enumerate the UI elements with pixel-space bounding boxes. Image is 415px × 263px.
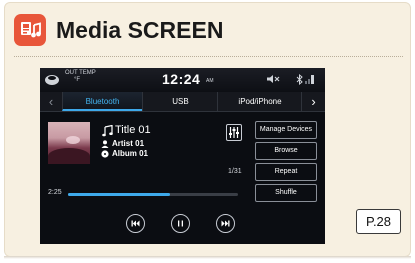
media-screen-icon (14, 14, 46, 46)
media-screen: OUT TEMP °F 12:24 AM ‹ Bluetooth USB iPo… (40, 68, 325, 244)
artist-name: Artist 01 (112, 139, 145, 148)
repeat-button[interactable]: Repeat (255, 163, 317, 181)
tab-next-icon[interactable]: › (301, 92, 325, 111)
tab-usb[interactable]: USB (142, 92, 218, 111)
album-icon (101, 150, 109, 158)
elapsed-time: 2:25 (48, 189, 62, 196)
out-temp-label: OUT TEMP (65, 70, 96, 76)
page-title: Media SCREEN (56, 17, 224, 43)
manage-devices-button[interactable]: Manage Devices (255, 121, 317, 139)
progress-fill (68, 193, 170, 196)
pause-icon[interactable] (171, 214, 190, 233)
signal-icon (305, 75, 314, 84)
tab-ipod-iphone[interactable]: iPod/iPhone (217, 92, 302, 111)
side-menu: Manage Devices Browse Repeat Shuffle (255, 121, 317, 205)
tab-prev-icon[interactable]: ‹ (40, 92, 62, 111)
mute-icon (267, 75, 280, 83)
outside-temperature: OUT TEMP °F (65, 70, 96, 84)
home-icon[interactable] (44, 72, 60, 86)
page-reference: P.28 (356, 209, 401, 234)
bluetooth-icon (296, 74, 303, 85)
music-note-icon (102, 125, 113, 137)
clock-ampm: AM (206, 78, 214, 84)
source-tabs: ‹ Bluetooth USB iPod/iPhone › (40, 92, 325, 112)
divider (14, 56, 403, 57)
song-title: Title 01 (115, 124, 151, 136)
next-track-icon[interactable] (216, 214, 235, 233)
album-name: Album 01 (112, 149, 149, 158)
browse-button[interactable]: Browse (255, 142, 317, 160)
shuffle-button[interactable]: Shuffle (255, 184, 317, 202)
progress-bar[interactable] (68, 193, 238, 196)
card-shadow (4, 256, 411, 259)
status-bar: OUT TEMP °F 12:24 AM (40, 68, 325, 92)
out-temp-value: °F (74, 77, 81, 83)
artist-icon (101, 140, 109, 148)
track-count: 1/31 (228, 168, 242, 175)
equalizer-icon[interactable] (226, 124, 242, 141)
tab-bluetooth[interactable]: Bluetooth (62, 92, 142, 111)
clock: 12:24 (162, 71, 201, 87)
previous-track-icon[interactable] (126, 214, 145, 233)
album-art (48, 122, 90, 164)
